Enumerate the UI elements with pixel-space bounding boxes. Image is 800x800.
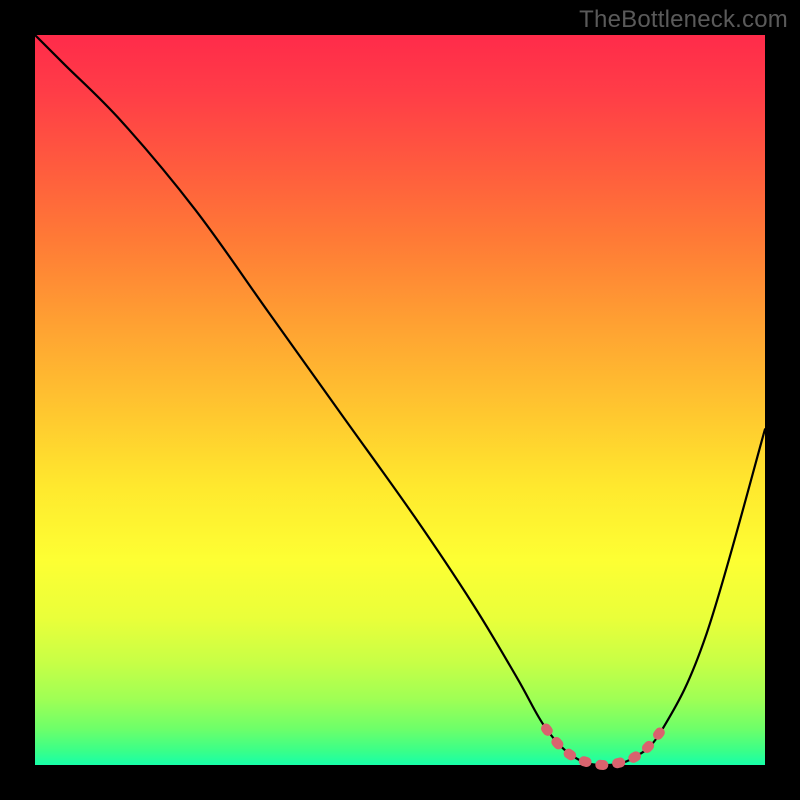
bottleneck-curve (35, 35, 765, 765)
optimal-range-highlight (546, 729, 663, 766)
plot-area (35, 35, 765, 765)
curve-svg (35, 35, 765, 765)
watermark-text: TheBottleneck.com (579, 6, 788, 34)
chart-container: TheBottleneck.com (0, 0, 800, 800)
